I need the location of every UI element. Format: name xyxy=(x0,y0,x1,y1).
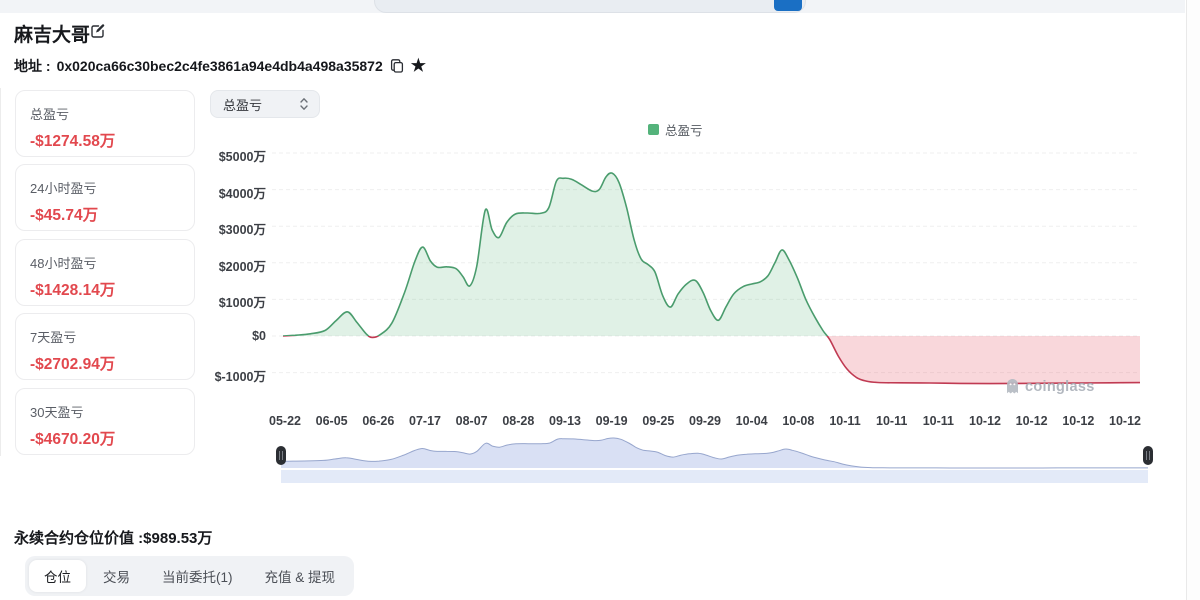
position-value-text: 永续合约仓位价值 :$989.53万 xyxy=(14,530,213,547)
y-axis-tick: $0 xyxy=(252,329,266,343)
y-axis-tick: $5000万 xyxy=(218,150,266,164)
pnl-chart[interactable] xyxy=(0,0,1200,600)
x-axis-tick: 10-04 xyxy=(735,414,768,428)
tab-充值提现[interactable]: 充值 & 提现 xyxy=(250,560,351,592)
x-axis-tick: 10-11 xyxy=(876,414,908,428)
x-axis-tick: 10-08 xyxy=(782,414,815,428)
ghost-icon xyxy=(1007,379,1018,394)
x-axis-tick: 05-22 xyxy=(269,414,301,428)
x-axis-tick: 06-26 xyxy=(362,414,395,428)
x-axis-tick: 10-11 xyxy=(922,414,954,428)
tab-仓位[interactable]: 仓位 xyxy=(29,560,86,592)
x-axis-tick: 10-12 xyxy=(1062,414,1095,428)
tab-当前委托1[interactable]: 当前委托(1) xyxy=(147,560,248,592)
x-axis-tick: 07-17 xyxy=(409,414,441,428)
x-axis-tick: 08-07 xyxy=(455,414,488,428)
x-axis-tick: 09-25 xyxy=(642,414,675,428)
x-axis-tick: 09-29 xyxy=(689,414,721,428)
y-axis-tick: $4000万 xyxy=(218,186,266,201)
navigator-band xyxy=(281,470,1148,483)
watermark-text: coinglass xyxy=(1025,378,1095,395)
bottom-tabs: 仓位 交易 当前委托(1) 充值 & 提现 xyxy=(25,556,355,596)
y-axis-tick: $1000万 xyxy=(218,296,266,311)
x-axis-tick: 10-12 xyxy=(1109,414,1141,428)
y-axis-tick: $3000万 xyxy=(218,223,266,238)
navigator-handle-left[interactable] xyxy=(276,446,286,465)
watermark: coinglass xyxy=(1005,378,1095,395)
navigator-handle-right[interactable] xyxy=(1143,446,1153,465)
y-axis-tick: $-1000万 xyxy=(214,369,266,384)
x-axis-tick: 09-13 xyxy=(549,414,581,428)
navigator-area xyxy=(281,437,1148,468)
x-axis-tick: 10-11 xyxy=(829,414,861,428)
page: 麻吉大哥 地址 : 0x020ca66c30bec2c4fe3861a94e4d… xyxy=(0,0,1200,600)
tab-交易[interactable]: 交易 xyxy=(88,560,145,592)
y-axis-tick: $2000万 xyxy=(218,259,266,274)
x-axis-tick: 09-19 xyxy=(595,414,628,428)
x-axis-tick: 08-28 xyxy=(502,414,535,428)
x-axis-tick: 06-05 xyxy=(315,414,348,428)
x-axis-tick: 10-12 xyxy=(969,414,1001,428)
x-axis-tick: 10-12 xyxy=(1015,414,1048,428)
